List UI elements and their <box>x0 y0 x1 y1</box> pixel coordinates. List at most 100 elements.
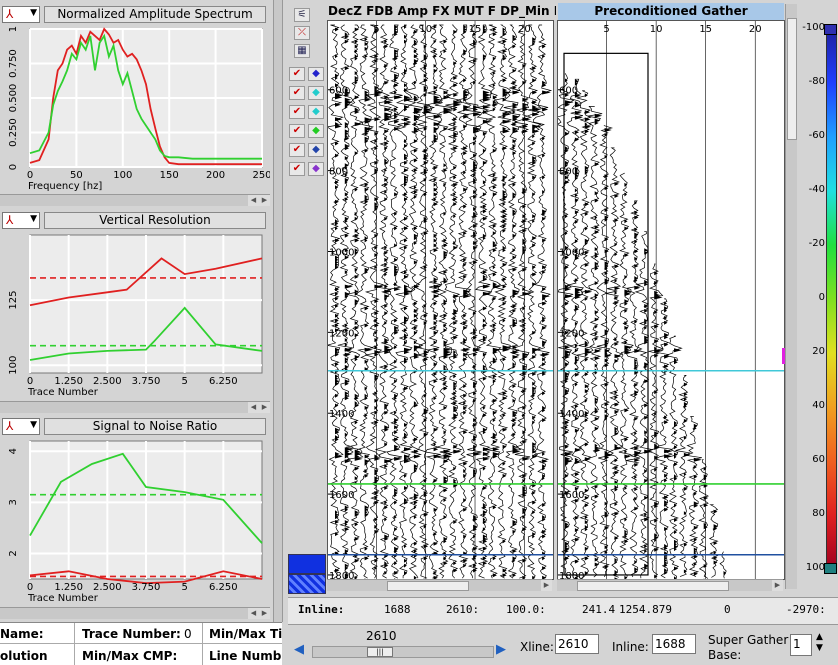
resolution-scrollbar[interactable]: ◀ ▶ <box>0 401 270 413</box>
info-value: 1254.879 <box>619 603 672 616</box>
colorbar-top-handle[interactable] <box>824 24 837 35</box>
x-tick-label: 50 <box>70 170 83 181</box>
color-swatch-pattern[interactable] <box>288 574 326 594</box>
horizon-red-icon[interactable]: ✔ <box>289 162 305 176</box>
snr-scrollbar[interactable]: ◀ ▶ <box>0 607 270 619</box>
attribute-table: Name: Trace Number: 0 Min/Max Ti olution… <box>0 622 282 665</box>
trace-tick-label: 20 <box>749 24 762 35</box>
right-gather-scrollbar[interactable]: ▶ <box>557 579 783 591</box>
snr-title: Signal to Noise Ratio <box>44 418 266 435</box>
y-tick-label: 0.250 <box>8 118 19 147</box>
horizon-red-icon[interactable]: ✔ <box>289 143 305 157</box>
x-tick-label: 0 <box>27 582 33 593</box>
spinner-icon[interactable]: ▲ ▼ <box>816 632 823 654</box>
chevron-down-icon: ▼ <box>30 8 37 18</box>
chart-type-selector[interactable]: ⅄ ▼ <box>2 212 40 229</box>
chart-type-selector[interactable]: ⅄ ▼ <box>2 6 40 23</box>
x-axis-label: Trace Number <box>27 387 99 398</box>
color-swatch-solid[interactable] <box>288 554 326 574</box>
colorbar-tick-label: 20 <box>812 346 825 357</box>
spectrum-chart: 0 50 100 150 200 250 0 0.250 0.500 0.750 1 Frequenc… <box>8 26 270 192</box>
inline-input[interactable]: 1688 <box>652 634 696 654</box>
horizon-blue-icon[interactable]: ◆ <box>308 67 324 81</box>
seismic-trace <box>444 24 463 579</box>
spectrum-scrollbar[interactable]: ◀ ▶ <box>0 194 270 206</box>
horizon-blue-icon[interactable]: ◆ <box>308 143 324 157</box>
scroll-thumb[interactable] <box>787 18 797 140</box>
x-tick-label: 6.250 <box>209 376 238 387</box>
left-gather-title: DecZ FDB Amp FX MUT F DP_Min For AV <box>328 3 556 20</box>
next-arrow-icon[interactable]: ▶ <box>496 642 506 657</box>
chart-type-selector[interactable]: ⅄ ▼ <box>2 418 40 435</box>
colorbar-bottom-handle[interactable] <box>824 563 837 574</box>
trace-fill <box>473 32 482 573</box>
scroll-left-icon[interactable]: ◀ <box>248 608 259 619</box>
xline-input[interactable]: 2610 <box>555 634 599 654</box>
scroll-right-icon[interactable]: ▶ <box>772 580 783 591</box>
left-gather-view[interactable]: 600800100012001400160018005101520 <box>327 20 554 580</box>
info-label: Inline: <box>298 603 345 616</box>
seismic-trace <box>664 335 683 579</box>
chart-type-icon: ⅄ <box>6 7 14 21</box>
horizon-red-icon[interactable]: ✔ <box>289 86 305 100</box>
prev-arrow-icon[interactable]: ◀ <box>294 642 304 657</box>
scroll-right-icon[interactable]: ▶ <box>259 402 270 413</box>
seismic-trace <box>385 24 403 579</box>
spectrum-panel: ⅄ ▼ Normalized Amplitude Spectrum 0 50 100 1… <box>0 3 270 208</box>
scroll-thumb[interactable] <box>577 581 729 591</box>
gather-slider[interactable]: ||| <box>312 646 494 658</box>
horizon-red-icon[interactable]: ✔ <box>289 105 305 119</box>
horizon-purple-icon[interactable]: ◆ <box>308 162 324 176</box>
left-gather-scrollbar[interactable]: ▶ <box>327 579 552 591</box>
x-tick-label: 2.500 <box>93 582 122 593</box>
snr-chart: 0 1.250 2.500 3.750 5 6.250 2 3 4 Trace Number <box>8 440 263 604</box>
super-gather-label-2: Base: <box>708 648 742 662</box>
table-cell: Min/Max CMP: <box>82 649 178 663</box>
x-axis-label: Frequency [hz] <box>28 181 102 192</box>
right-gather-title: Preconditioned Gather <box>558 3 784 20</box>
horizon-green-icon[interactable]: ◆ <box>308 124 324 138</box>
grid-tool-icon[interactable]: ▦ <box>294 44 310 58</box>
snr-panel: ⅄ ▼ Signal to Noise Ratio 0 1.250 2.500 3.75… <box>0 415 270 620</box>
trace-fill <box>463 25 471 568</box>
table-cell: Name: <box>0 627 44 641</box>
scroll-right-icon[interactable]: ▶ <box>259 195 270 206</box>
scroll-right-icon[interactable]: ▶ <box>541 580 552 591</box>
slider-thumb[interactable]: ||| <box>367 647 393 657</box>
horizon-red-icon[interactable]: ✔ <box>289 67 305 81</box>
resolution-panel: ⅄ ▼ Vertical Resolution 0 1.250 2.500 3.750 5… <box>0 209 270 414</box>
trace-fill <box>522 63 531 579</box>
chevron-down-icon: ▼ <box>30 420 37 430</box>
scroll-right-icon[interactable]: ▶ <box>259 608 270 619</box>
super-gather-input[interactable]: 1 <box>790 634 812 656</box>
table-cell: olution <box>0 649 48 663</box>
seismic-trace <box>493 24 513 579</box>
info-value: 2610: <box>446 603 480 616</box>
amplitude-colorbar: -100 -80 -60 -40 -20 0 20 40 60 80 100 <box>797 22 838 578</box>
scroll-thumb[interactable] <box>387 581 469 591</box>
horizon-cyan-icon[interactable]: ◆ <box>308 86 324 100</box>
spectrum-title: Normalized Amplitude Spectrum <box>44 6 266 23</box>
trace-fill <box>532 37 541 579</box>
slider-value: 2610 <box>366 629 397 643</box>
horizon-cyan-icon[interactable]: ◆ <box>308 105 324 119</box>
y-tick-label: 1 <box>8 26 19 32</box>
wiggle-tool-icon[interactable]: ⚟ <box>294 8 310 22</box>
scroll-left-icon[interactable]: ◀ <box>248 402 259 413</box>
x-axis-label: Trace Number <box>27 593 99 604</box>
scroll-left-icon[interactable]: ◀ <box>248 195 259 206</box>
y-tick-label: 125 <box>8 291 19 310</box>
table-cell: 0 <box>184 627 192 641</box>
horizon-red-icon[interactable]: ✔ <box>289 124 305 138</box>
seismic-trace <box>364 24 385 579</box>
right-gather-view[interactable]: 600 800 1000 1200 1400 1600 1800 5 10 15 20 <box>557 20 785 580</box>
colorbar-tick-label: -100 <box>802 22 825 33</box>
inline-label: Inline: <box>612 640 649 654</box>
seismic-trace <box>675 374 691 577</box>
gather-vertical-scrollbar[interactable] <box>782 4 797 589</box>
pick-tool-icon[interactable]: ⤫ <box>294 26 310 40</box>
trace-fill <box>423 44 432 579</box>
seismic-trace <box>719 551 727 579</box>
vertical-splitter[interactable] <box>273 0 283 622</box>
time-tick-label: 1000 <box>329 247 354 258</box>
